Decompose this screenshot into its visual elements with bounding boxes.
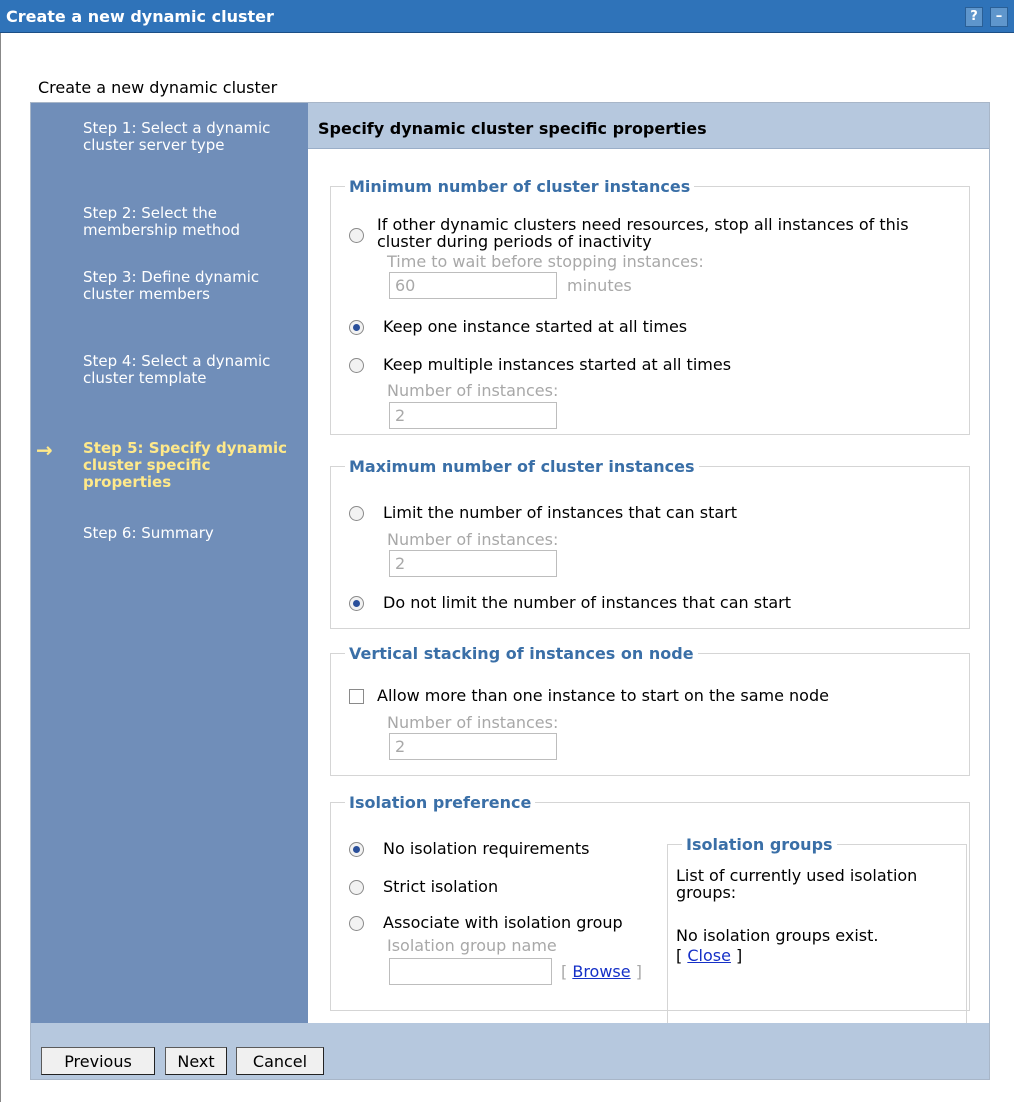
associate-isolation-label: Associate with isolation group [383,913,623,932]
strict-isolation-radio[interactable] [349,880,364,895]
steps-sidebar: Step 1: Select a dynamic cluster server … [31,103,308,1023]
allow-stacking-option[interactable]: Allow more than one instance to start on… [349,687,959,709]
minimize-icon[interactable]: – [990,7,1008,27]
wait-time-input[interactable] [389,272,557,299]
close-link-wrapper: [ Close ] [676,947,742,964]
content-title: Specify dynamic cluster specific propert… [318,119,707,138]
step-3[interactable]: Step 3: Define dynamic cluster members [83,269,293,303]
close-link[interactable]: Close [687,946,731,965]
step-5: Step 5: Specify dynamic cluster specific… [83,439,288,491]
close-bracket-close: ] [736,946,743,965]
step-1[interactable]: Step 1: Select a dynamic cluster server … [83,120,293,154]
strict-isolation-label: Strict isolation [383,877,499,896]
keep-multiple-radio[interactable] [349,358,364,373]
no-isolation-option[interactable]: No isolation requirements [349,840,649,862]
no-limit-option[interactable]: Do not limit the number of instances tha… [349,594,959,616]
wait-time-label: Time to wait before stopping instances: [387,252,704,271]
limit-option[interactable]: Limit the number of instances that can s… [349,504,959,526]
limit-radio[interactable] [349,506,364,521]
no-limit-label: Do not limit the number of instances tha… [383,593,792,612]
allow-stacking-checkbox[interactable] [349,689,364,704]
step-2[interactable]: Step 2: Select the membership method [83,205,293,239]
max-instances-group: Maximum number of cluster instances Limi… [330,457,970,629]
max-instances-legend: Maximum number of cluster instances [349,457,695,476]
strict-isolation-option[interactable]: Strict isolation [349,878,649,900]
associate-isolation-radio[interactable] [349,916,364,931]
wizard-footer: Previous Next Cancel [31,1023,989,1079]
isolation-preference-group: Isolation preference No isolation requir… [330,793,970,1024]
close-bracket-open: [ [676,946,683,965]
associate-isolation-option[interactable]: Associate with isolation group [349,914,669,936]
keep-multiple-option[interactable]: Keep multiple instances started at all t… [349,356,959,378]
content-header: Specify dynamic cluster specific propert… [308,103,989,149]
isolation-groups-title: Isolation groups [682,835,837,854]
allow-stacking-label: Allow more than one instance to start on… [377,686,829,705]
window-title: Create a new dynamic cluster [6,7,274,26]
wait-time-unit: minutes [567,276,632,295]
keep-one-option[interactable]: Keep one instance started at all times [349,318,959,340]
min-instances-group: Minimum number of cluster instances If o… [330,177,970,435]
isolation-groups-list-label: List of currently used isolation groups: [676,866,918,902]
page-heading: Create a new dynamic cluster [38,78,278,97]
step-4[interactable]: Step 4: Select a dynamic cluster templat… [83,353,293,387]
current-step-arrow-icon: → [36,438,53,462]
content-area: Specify dynamic cluster specific propert… [308,103,989,1024]
isolation-group-name-label: Isolation group name [387,936,557,955]
no-isolation-radio[interactable] [349,842,364,857]
isolation-groups-empty-text: No isolation groups exist. [676,926,879,945]
keep-one-radio[interactable] [349,320,364,335]
wizard-panel: Step 1: Select a dynamic cluster server … [30,102,990,1080]
previous-button[interactable]: Previous [41,1047,155,1075]
limit-label: Limit the number of instances that can s… [383,503,738,522]
stack-num-instances-label: Number of instances: [387,713,559,732]
cancel-button[interactable]: Cancel [236,1047,324,1075]
no-limit-radio[interactable] [349,596,364,611]
keep-one-label: Keep one instance started at all times [383,317,688,336]
browse-bracket-open: [ [561,962,568,981]
help-icon[interactable]: ? [965,7,983,27]
vertical-stacking-legend: Vertical stacking of instances on node [349,644,694,663]
vertical-stacking-group: Vertical stacking of instances on node A… [330,644,970,776]
browse-link-wrapper: [ Browse ] [561,962,642,981]
browse-bracket-close: ] [635,962,642,981]
frame-left-border [0,33,1,1102]
isolation-groups-box: Isolation groups List of currently used … [667,835,967,1024]
max-num-instances-input[interactable] [389,550,557,577]
max-num-instances-label: Number of instances: [387,530,559,549]
stack-num-instances-input[interactable] [389,733,557,760]
isolation-group-name-input[interactable] [389,958,552,985]
next-button[interactable]: Next [165,1047,227,1075]
stop-all-option[interactable]: If other dynamic clusters need resources… [349,216,959,256]
min-instances-legend: Minimum number of cluster instances [349,177,691,196]
stop-all-label: If other dynamic clusters need resources… [377,215,909,251]
isolation-preference-legend: Isolation preference [349,793,532,812]
stop-all-radio[interactable] [349,228,364,243]
window-titlebar: Create a new dynamic cluster ? – [0,0,1014,33]
no-isolation-label: No isolation requirements [383,839,590,858]
browse-link[interactable]: Browse [572,962,630,981]
min-num-instances-label: Number of instances: [387,381,559,400]
min-num-instances-input[interactable] [389,402,557,429]
keep-multiple-label: Keep multiple instances started at all t… [383,355,732,374]
step-6[interactable]: Step 6: Summary [83,525,293,542]
